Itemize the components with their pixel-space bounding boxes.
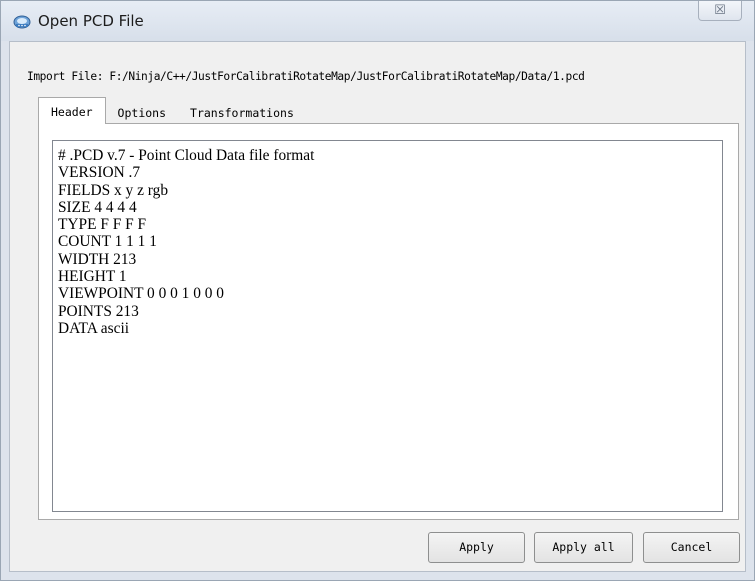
close-button[interactable]: ☒ xyxy=(698,1,742,21)
tab-transformations[interactable]: Transformations xyxy=(178,100,306,124)
apply-button[interactable]: Apply xyxy=(428,532,525,563)
apply-all-button[interactable]: Apply all xyxy=(534,532,633,563)
tab-header[interactable]: Header xyxy=(38,97,106,124)
tab-header-label: Header xyxy=(51,105,93,119)
title-bar: Open PCD File ☒ xyxy=(1,1,754,41)
tab-bar: Header Options Transformations xyxy=(38,97,306,124)
header-text-area[interactable]: # .PCD v.7 - Point Cloud Data file forma… xyxy=(52,140,723,512)
import-file-label: Import File: F:/Ninja/C++/JustForCalibra… xyxy=(27,70,585,83)
cancel-button[interactable]: Cancel xyxy=(643,532,740,563)
window-title: Open PCD File xyxy=(38,12,144,30)
tab-options-label: Options xyxy=(117,106,167,120)
close-icon: ☒ xyxy=(714,3,726,18)
tab-options[interactable]: Options xyxy=(106,100,178,124)
tab-transformations-label: Transformations xyxy=(190,106,294,120)
pcd-file-icon xyxy=(13,13,31,31)
